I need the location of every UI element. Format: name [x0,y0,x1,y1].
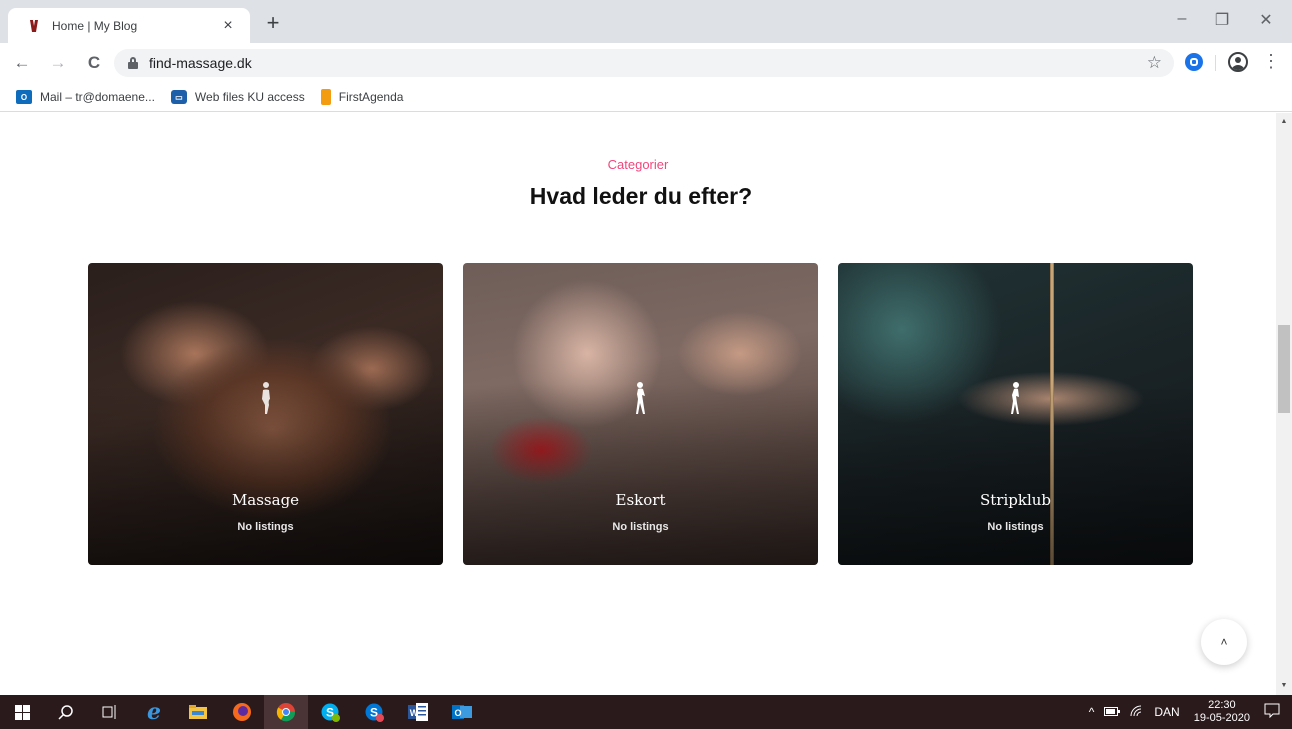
skype-icon[interactable]: S [308,695,352,729]
scroll-down-arrow-icon[interactable]: ▼ [1276,679,1292,693]
word-icon[interactable]: W [396,695,440,729]
outlook-icon[interactable]: O [440,695,484,729]
back-to-top-button[interactable]: ˄ [1201,619,1247,665]
lock-icon[interactable] [128,57,138,69]
address-bar[interactable]: find-massage.dk ☆ [114,49,1174,77]
clock-time: 22:30 [1208,699,1236,711]
bookmark-label: Web files KU access [194,90,305,104]
section-eyebrow: Categorier [607,157,669,172]
battery-icon[interactable] [1104,705,1121,719]
file-explorer-icon[interactable] [176,695,220,729]
taskbar-clock[interactable]: 22:30 19-05-2020 [1194,699,1250,725]
bookmark-mail[interactable]: O Mail – tr@domaene... [16,90,155,104]
tray-expand-icon[interactable]: ^ [1089,705,1095,719]
minimize-button[interactable]: – [1162,10,1202,28]
category-name: Eskort [615,491,666,509]
windows-start-icon[interactable] [0,695,44,729]
bookmark-firstagenda[interactable]: FirstAgenda [320,89,404,105]
browser-tab[interactable]: Home | My Blog × [8,8,250,43]
category-count: No listings [237,521,294,533]
category-name: Massage [231,491,300,509]
windows-taskbar: e S S W O ^ DAN 22:30 19-05-2020 [0,695,1292,729]
clock-date: 19-05-2020 [1193,712,1250,724]
language-indicator[interactable]: DAN [1154,705,1179,719]
bookmarks-bar: O Mail – tr@domaene... ▭ Web files KU ac… [0,83,1292,112]
forward-button[interactable]: → [46,51,70,75]
extension-icon[interactable] [1185,53,1203,71]
section-heading: Hvad leder du efter? [529,183,753,209]
svg-text:W: W [410,708,419,718]
page-content: Categorier Hvad leder du efter? Massage … [0,113,1276,695]
category-card-eskort[interactable]: Eskort No listings [463,263,818,565]
massage-icon [261,382,270,414]
close-window-button[interactable]: ✕ [1246,10,1286,30]
bookmark-star-icon[interactable]: ☆ [1147,53,1162,73]
scroll-up-arrow-icon[interactable]: ▲ [1276,115,1292,129]
woman-silhouette-icon [635,382,645,414]
search-icon[interactable] [44,695,88,729]
category-card-stripklub[interactable]: Stripklub No listings [838,263,1193,565]
tab-title: Home | My Blog [52,18,138,33]
action-center-icon[interactable] [1264,703,1280,721]
new-tab-button[interactable]: + [262,12,284,35]
toolbar-divider [1215,55,1216,71]
skype-business-icon[interactable]: S [352,695,396,729]
tab-strip: Home | My Blog × + – ❐ ✕ [0,0,1292,43]
firstagenda-icon [320,89,331,105]
reload-button[interactable]: C [82,51,106,75]
bookmark-label: FirstAgenda [338,90,404,104]
category-name: Stripklub [979,491,1052,509]
profile-avatar-icon[interactable] [1228,52,1248,72]
pole-dancer-icon [1010,382,1019,414]
system-tray: ^ DAN 22:30 19-05-2020 [1079,695,1292,729]
category-card-massage[interactable]: Massage No listings [88,263,443,565]
bookmark-label: Mail – tr@domaene... [40,90,155,104]
wifi-icon[interactable] [1130,705,1144,720]
scrollbar-thumb[interactable] [1278,325,1290,413]
browser-toolbar: ← → C find-massage.dk ☆ ⋮ [0,43,1292,83]
drive-icon: ▭ [170,90,187,104]
browser-menu-icon[interactable]: ⋮ [1262,51,1280,72]
url-text[interactable]: find-massage.dk [149,55,252,71]
chrome-icon[interactable] [264,695,308,729]
restore-button[interactable]: ❐ [1202,10,1242,30]
outlook-icon: O [16,90,32,104]
category-count: No listings [612,521,669,533]
task-view-icon[interactable] [88,695,132,729]
back-button[interactable]: ← [10,51,34,75]
tab-close-icon[interactable]: × [218,17,238,35]
page-scrollbar[interactable]: ▲ ▼ [1276,113,1292,695]
bookmark-web-files[interactable]: ▭ Web files KU access [170,90,305,104]
svg-text:O: O [454,708,461,718]
firefox-icon[interactable] [220,695,264,729]
category-count: No listings [987,521,1044,533]
edge-icon[interactable]: e [132,695,176,729]
site-favicon-icon [26,18,42,34]
